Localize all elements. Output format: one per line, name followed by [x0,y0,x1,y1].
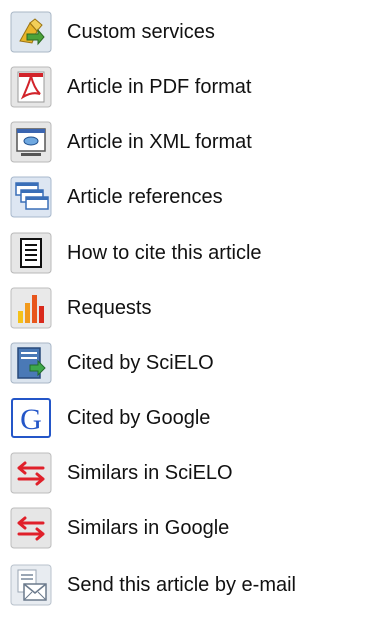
similars-in-scielo-label: Similars in SciELO [67,462,233,484]
similars-arrows-icon [10,452,52,494]
similars-arrows-icon [10,507,52,549]
send-by-email-label: Send this article by e-mail [67,574,296,596]
cited-by-scielo-label: Cited by SciELO [67,352,214,374]
references-icon [10,176,52,218]
svg-text:G: G [20,403,42,436]
xml-icon [10,121,52,163]
custom-services-icon [10,11,52,53]
article-pdf-link[interactable]: Article in PDF format [10,65,386,109]
requests-bar-chart-icon [10,287,52,329]
similars-in-scielo-link[interactable]: Similars in SciELO [10,451,386,495]
email-icon [10,564,52,606]
article-services-list: Custom services Article in PDF format Ar… [0,0,387,623]
requests-label: Requests [67,297,152,319]
custom-services-label: Custom services [67,21,215,43]
google-icon: G [11,398,51,438]
pdf-icon [10,66,52,108]
how-to-cite-link[interactable]: How to cite this article [10,231,386,275]
cited-by-scielo-link[interactable]: Cited by SciELO [10,341,386,385]
article-xml-label: Article in XML format [67,131,252,153]
send-by-email-link[interactable]: Send this article by e-mail [10,563,386,607]
requests-link[interactable]: Requests [10,286,386,330]
similars-in-google-link[interactable]: Similars in Google [10,506,386,550]
article-references-link[interactable]: Article references [10,175,386,219]
cited-by-google-link[interactable]: G Cited by Google [10,396,386,440]
article-xml-link[interactable]: Article in XML format [10,120,386,164]
custom-services-link[interactable]: Custom services [10,10,386,54]
similars-in-google-label: Similars in Google [67,517,230,539]
article-references-label: Article references [67,186,223,208]
cited-by-google-label: Cited by Google [67,407,211,429]
article-pdf-label: Article in PDF format [67,76,252,98]
how-to-cite-label: How to cite this article [67,242,262,264]
cite-icon [10,232,52,274]
cited-by-scielo-icon [10,342,52,384]
